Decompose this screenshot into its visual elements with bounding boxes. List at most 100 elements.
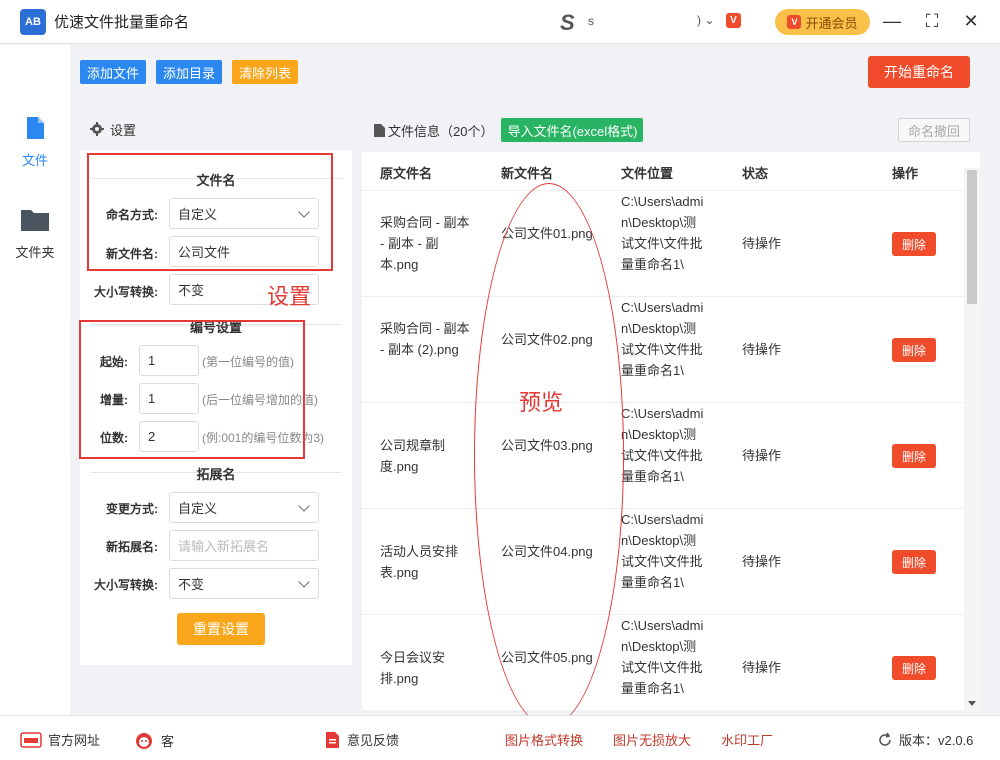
scrollbar-thumb[interactable]	[967, 170, 977, 304]
undo-rename-button[interactable]: 命名撤回	[898, 118, 970, 142]
customer-service-label: 客	[161, 733, 175, 749]
user-menu-chevron-icon[interactable]: ) ⌄	[697, 13, 714, 27]
file-panel: 文件信息（20个） 导入文件名(excel格式) 命名撤回 原文件名 新文件名 …	[362, 108, 980, 710]
delete-button[interactable]: 删除	[892, 550, 936, 574]
change-mode-value: 自定义	[178, 501, 218, 516]
table-row[interactable]: 采购合同 - 副本 - 副本 (2).png 公司文件02.png C:\Use…	[362, 296, 964, 402]
toolbar: 添加文件 添加目录 清除列表 开始重命名	[70, 45, 1000, 100]
add-dir-button[interactable]: 添加目录	[156, 60, 223, 84]
website-icon	[20, 731, 42, 748]
annotation-box-number	[79, 320, 305, 459]
scrollbar[interactable]	[964, 168, 980, 710]
delete-button[interactable]: 删除	[892, 444, 936, 468]
nav-item-folders[interactable]: 文件夹	[0, 207, 70, 261]
website-label: 官方网址	[48, 733, 101, 748]
delete-button[interactable]: 删除	[892, 232, 936, 256]
status-cell: 待操作	[742, 660, 782, 675]
import-excel-button[interactable]: 导入文件名(excel格式)	[501, 118, 644, 142]
folder-icon	[21, 210, 49, 231]
nav-item-files[interactable]: 文件	[0, 115, 70, 169]
clear-list-button[interactable]: 清除列表	[232, 60, 299, 84]
annotation-oval-preview	[474, 183, 624, 727]
feedback-link[interactable]: 意见反馈	[323, 730, 399, 749]
refresh-icon	[879, 732, 891, 746]
annotation-preview-label: 预览	[519, 390, 564, 415]
change-mode-select[interactable]: 自定义	[169, 492, 319, 523]
column-header-location: 文件位置	[621, 166, 674, 181]
new-ext-label: 新拓展名:	[106, 540, 158, 554]
minimize-button[interactable]: —	[879, 8, 905, 34]
left-nav: 文件 文件夹	[0, 45, 70, 715]
new-ext-input[interactable]: 请输入新拓展名	[169, 530, 319, 561]
scroll-down-arrow-icon[interactable]	[968, 701, 976, 706]
settings-header: 设置	[80, 108, 352, 150]
version-info: 版本：v2.0.6	[877, 730, 973, 749]
column-header-original: 原文件名	[380, 166, 433, 181]
document-icon	[374, 123, 385, 137]
vip-button[interactable]: V 开通会员	[775, 9, 870, 35]
original-name-cell: 今日会议安排.png	[380, 650, 446, 686]
table-row[interactable]: 今日会议安排.png 公司文件05.png C:\Users\admin\Des…	[362, 614, 964, 710]
maximize-button[interactable]: ⛶	[919, 8, 945, 34]
original-name-cell: 公司规章制度.png	[380, 438, 446, 474]
start-rename-button[interactable]: 开始重命名	[868, 56, 970, 88]
location-cell: C:\Users\admin\Desktop\测试文件\文件批量重命名1\	[621, 300, 704, 378]
customer-service-link[interactable]: 客	[133, 730, 174, 750]
file-panel-header: 文件信息（20个） 导入文件名(excel格式) 命名撤回	[362, 108, 980, 152]
original-name-cell: 采购合同 - 副本 - 副本 - 副本.png	[380, 215, 470, 272]
app-logo: AB	[20, 8, 46, 35]
column-header-status: 状态	[742, 166, 769, 181]
file-icon	[27, 117, 44, 139]
delete-button[interactable]: 删除	[892, 656, 936, 680]
location-cell: C:\Users\admin\Desktop\测试文件\文件批量重命名1\	[621, 512, 704, 590]
vip-button-label: 开通会员	[805, 15, 858, 31]
location-cell: C:\Users\admin\Desktop\测试文件\文件批量重命名1\	[621, 406, 704, 484]
location-cell: C:\Users\admin\Desktop\测试文件\文件批量重命名1\	[621, 618, 704, 696]
location-cell: C:\Users\admin\Desktop\测试文件\文件批量重命名1\	[621, 194, 704, 272]
original-name-cell: 采购合同 - 副本 - 副本 (2).png	[380, 321, 470, 357]
annotation-settings-label: 设置	[267, 284, 312, 309]
feedback-label: 意见反馈	[347, 733, 400, 748]
app-title: 优速文件批量重命名	[54, 14, 190, 31]
table-row[interactable]: 活动人员安排表.png 公司文件04.png C:\Users\admin\De…	[362, 508, 964, 614]
table-row[interactable]: 采购合同 - 副本 - 副本 - 副本.png 公司文件01.png C:\Us…	[362, 190, 964, 296]
ext-case-label: 大小写转换:	[94, 578, 158, 592]
ext-case-select[interactable]: 不变	[169, 568, 319, 599]
original-name-cell: 活动人员安排表.png	[380, 544, 459, 580]
vip-badge-icon: V	[726, 13, 741, 28]
reset-settings-button[interactable]: 重置设置	[177, 613, 265, 645]
delete-button[interactable]: 删除	[892, 338, 936, 362]
nav-item-files-label: 文件	[21, 153, 48, 168]
website-link[interactable]: 官方网址	[20, 730, 100, 749]
user-avatar-icon[interactable]: S	[560, 10, 575, 36]
nav-item-folders-label: 文件夹	[15, 245, 55, 260]
lossless-enlarge-link[interactable]: 图片无损放大	[613, 730, 691, 749]
chevron-down-icon	[298, 576, 310, 588]
version-label: 版本：v2.0.6	[899, 733, 974, 748]
watermark-link[interactable]: 水印工厂	[721, 730, 773, 749]
add-file-button[interactable]: 添加文件	[80, 60, 147, 84]
change-mode-label: 变更方式:	[106, 502, 158, 516]
close-button[interactable]: ✕	[958, 8, 984, 34]
status-cell: 待操作	[742, 554, 782, 569]
vip-icon: V	[787, 15, 802, 29]
feedback-icon	[326, 731, 339, 748]
settings-header-label: 设置	[110, 122, 137, 138]
column-header-action: 操作	[892, 166, 919, 181]
file-info-title: 文件信息（20个）	[388, 123, 494, 139]
table-row[interactable]: 公司规章制度.png 公司文件03.png C:\Users\admin\Des…	[362, 402, 964, 508]
case-label: 大小写转换:	[94, 285, 158, 299]
chevron-down-icon	[298, 500, 310, 512]
gear-icon	[90, 122, 104, 136]
section-title-extension: 拓展名	[196, 467, 236, 482]
footer: 官方网址 客 意见反馈 图片格式转换 图片无损放大 水印工厂 版本：v2.0.6	[0, 715, 1000, 760]
headset-icon	[136, 733, 152, 749]
title-bar: AB 优速文件批量重命名 S s ) ⌄ V V 开通会员 — ⛶ ✕	[0, 0, 1000, 44]
ext-case-value: 不变	[178, 577, 205, 592]
status-cell: 待操作	[742, 342, 782, 357]
status-cell: 待操作	[742, 448, 782, 463]
column-header-new: 新文件名	[501, 166, 554, 181]
format-convert-link[interactable]: 图片格式转换	[505, 730, 583, 749]
user-name[interactable]: s	[588, 14, 594, 28]
annotation-box-filename	[87, 153, 333, 271]
